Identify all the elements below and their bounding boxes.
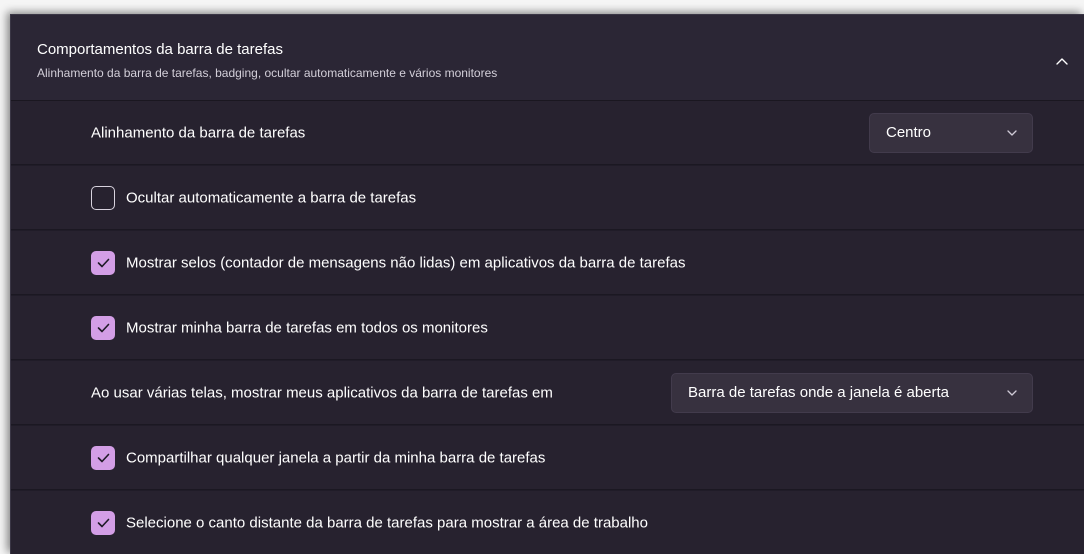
multi-display-row: Ao usar várias telas, mostrar meus aplic… (11, 361, 1084, 425)
screenshot-frame: Comportamentos da barra de tarefas Alinh… (0, 0, 1084, 554)
checkmark-icon (97, 518, 109, 527)
section-subtitle: Alinhamento da barra de tarefas, badging… (37, 66, 498, 80)
alignment-value: Centro (886, 124, 932, 141)
badges-row[interactable]: Mostrar selos (contador de mensagens não… (11, 231, 1084, 295)
auto-hide-row[interactable]: Ocultar automaticamente a barra de taref… (11, 166, 1084, 230)
all-monitors-checkbox[interactable] (91, 315, 115, 340)
share-window-label: Compartilhar qualquer janela a partir da… (126, 449, 546, 466)
share-window-checkbox[interactable] (91, 445, 115, 470)
all-monitors-row[interactable]: Mostrar minha barra de tarefas em todos … (11, 296, 1084, 360)
checkmark-icon (97, 258, 109, 267)
badges-label: Mostrar selos (contador de mensagens não… (126, 254, 686, 271)
all-monitors-label: Mostrar minha barra de tarefas em todos … (126, 319, 488, 336)
checkmark-icon (97, 453, 109, 462)
far-corner-row[interactable]: Selecione o canto distante da barra de t… (11, 491, 1084, 554)
far-corner-checkbox[interactable] (91, 510, 115, 535)
taskbar-behaviors-header[interactable]: Comportamentos da barra de tarefas Alinh… (11, 15, 1084, 101)
share-window-row[interactable]: Compartilhar qualquer janela a partir da… (11, 426, 1084, 490)
auto-hide-label: Ocultar automaticamente a barra de taref… (126, 189, 417, 206)
collapse-button[interactable] (1050, 49, 1074, 73)
settings-window: Comportamentos da barra de tarefas Alinh… (10, 14, 1084, 554)
chevron-down-icon (1006, 127, 1018, 139)
section-title: Comportamentos da barra de tarefas (37, 41, 283, 58)
chevron-up-icon (1056, 58, 1068, 65)
alignment-row: Alinhamento da barra de tarefas Centro (11, 101, 1084, 165)
multi-display-value: Barra de tarefas onde a janela é aberta (688, 384, 950, 401)
alignment-label: Alinhamento da barra de tarefas (91, 124, 306, 141)
auto-hide-checkbox[interactable] (91, 185, 115, 210)
checkmark-icon (97, 323, 109, 332)
chevron-down-icon (1006, 387, 1018, 399)
far-corner-label: Selecione o canto distante da barra de t… (126, 514, 648, 531)
multi-display-label: Ao usar várias telas, mostrar meus aplic… (91, 384, 553, 401)
alignment-dropdown[interactable]: Centro (869, 112, 1033, 153)
multi-display-dropdown[interactable]: Barra de tarefas onde a janela é aberta (671, 372, 1033, 413)
badges-checkbox[interactable] (91, 250, 115, 275)
